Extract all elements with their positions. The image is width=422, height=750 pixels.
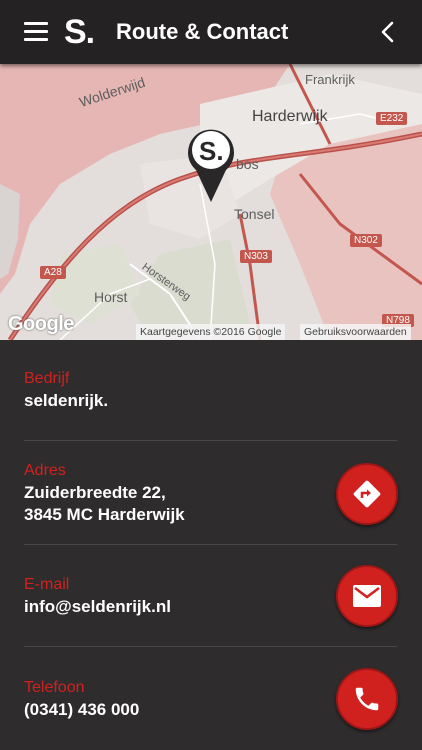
chevron-left-icon[interactable] xyxy=(376,20,400,44)
mail-icon xyxy=(353,585,381,607)
map-pin-icon[interactable]: S. xyxy=(186,126,236,204)
road-badge: E232 xyxy=(376,112,408,125)
google-logo: Google xyxy=(8,313,74,335)
map-terms-link[interactable]: Gebruiksvoorwaarden xyxy=(300,324,411,340)
directions-button[interactable] xyxy=(336,463,398,525)
phone-icon xyxy=(355,687,379,711)
company-value: seldenrijk. xyxy=(24,391,109,410)
map-label: bos xyxy=(236,156,259,172)
app-bar: S. Route & Contact xyxy=(0,0,422,64)
map-label: Frankrijk xyxy=(305,72,355,87)
company-label: Bedrijf xyxy=(24,370,70,387)
road-badge: N302 xyxy=(350,234,382,247)
divider xyxy=(24,544,397,545)
map-view[interactable]: Wolderwijd Harderwijk Frankrijk bos Tons… xyxy=(0,64,422,340)
svg-text:S.: S. xyxy=(199,136,224,166)
app-logo: S. xyxy=(64,13,95,51)
map-label: Harderwijk xyxy=(252,108,328,125)
email-button[interactable] xyxy=(336,565,398,627)
map-label: Horst xyxy=(94,289,128,305)
divider xyxy=(24,440,397,441)
call-button[interactable] xyxy=(336,668,398,730)
divider xyxy=(24,646,397,647)
map-attribution: Kaartgegevens ©2016 Google xyxy=(136,324,286,340)
map-label: Tonsel xyxy=(234,206,275,222)
road-badge: N303 xyxy=(240,250,272,263)
company-section: Bedrijf seldenrijk. xyxy=(24,370,397,412)
directions-icon xyxy=(353,480,381,508)
page-title: Route & Contact xyxy=(116,19,289,44)
menu-icon[interactable] xyxy=(24,22,48,42)
road-badge: A28 xyxy=(40,266,66,279)
